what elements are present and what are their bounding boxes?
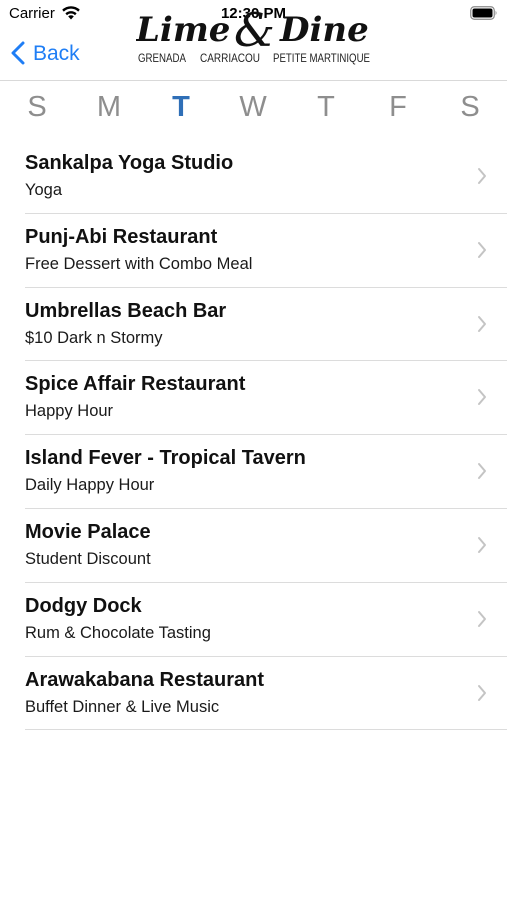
logo-ampersand: & [234,10,275,57]
chevron-right-icon [478,684,486,701]
logo-word-dine: Dine [279,10,369,50]
list-item-subtitle: Happy Hour [25,402,114,421]
list-item-title: Sankalpa Yoga Studio [25,152,234,174]
day-monday[interactable]: M [89,91,129,124]
logo-location-grenada: GRENADA [138,53,186,65]
list-item-title: Arawakabana Restaurant [25,668,264,691]
chevron-left-icon [11,41,25,65]
list-item-title: Dodgy Dock [25,594,142,617]
chevron-right-icon [478,389,486,406]
list-item-title: Movie Palace [25,520,151,543]
day-wednesday[interactable]: W [233,91,273,124]
day-friday[interactable]: F [378,91,418,124]
list-item-subtitle: Free Dessert with Combo Meal [25,254,253,273]
list-item[interactable]: Spice Affair Restaurant Happy Hour [0,361,507,435]
lime-and-dine-logo: Lime & Dine GRENADA CARRIACOU PETITE MAR… [136,10,370,65]
chevron-right-icon [478,315,486,332]
list-item-subtitle: Yoga [25,181,63,199]
list-item-subtitle: Rum & Chocolate Tasting [25,623,211,642]
chevron-right-icon [478,463,486,480]
list-item[interactable]: Umbrellas Beach Bar $10 Dark n Stormy [0,288,507,362]
chevron-right-icon [478,536,486,553]
list-item-title: Punj-Abi Restaurant [25,225,218,248]
list-item-title: Spice Affair Restaurant [25,373,246,396]
back-button[interactable]: Back [11,38,80,68]
logo-location-carriacou: CARRIACOU [200,53,260,65]
list-item[interactable]: Dodgy Dock Rum & Chocolate Tasting [0,583,507,657]
list-item-subtitle: Student Discount [25,549,151,568]
chevron-right-icon [478,168,486,184]
list-item[interactable]: Punj-Abi Restaurant Free Dessert with Co… [0,214,507,288]
list-item[interactable]: Arawakabana Restaurant Buffet Dinner & L… [0,657,507,731]
day-sunday[interactable]: S [17,91,57,124]
logo-word-lime: Lime [136,10,230,50]
list-item-title: Umbrellas Beach Bar [25,299,227,322]
day-thursday[interactable]: T [306,91,346,124]
list-item-subtitle: Daily Happy Hour [25,476,155,495]
list-item-subtitle: Buffet Dinner & Live Music [25,697,220,716]
list-item-subtitle: $10 Dark n Stormy [25,328,163,347]
day-tuesday[interactable]: T [161,91,201,124]
battery-icon [470,6,497,20]
chevron-right-icon [478,241,486,258]
chevron-right-icon [478,610,486,627]
day-saturday[interactable]: S [450,91,490,124]
list-item[interactable]: Island Fever - Tropical Tavern Daily Hap… [0,435,507,509]
list-item[interactable]: Sankalpa Yoga Studio Yoga [0,140,507,214]
back-label: Back [33,41,80,65]
day-selector: S M T W T F S [0,80,507,140]
listings-list: Sankalpa Yoga Studio Yoga Punj-Abi Resta… [0,140,507,731]
list-item[interactable]: Movie Palace Student Discount [0,509,507,583]
logo-location-petite-martinique: PETITE MARTINIQUE [273,53,370,65]
navigation-bar: Back Lime & Dine GRENADA CARRIACOU PETIT… [0,10,507,81]
list-item-title: Island Fever - Tropical Tavern [25,447,306,470]
